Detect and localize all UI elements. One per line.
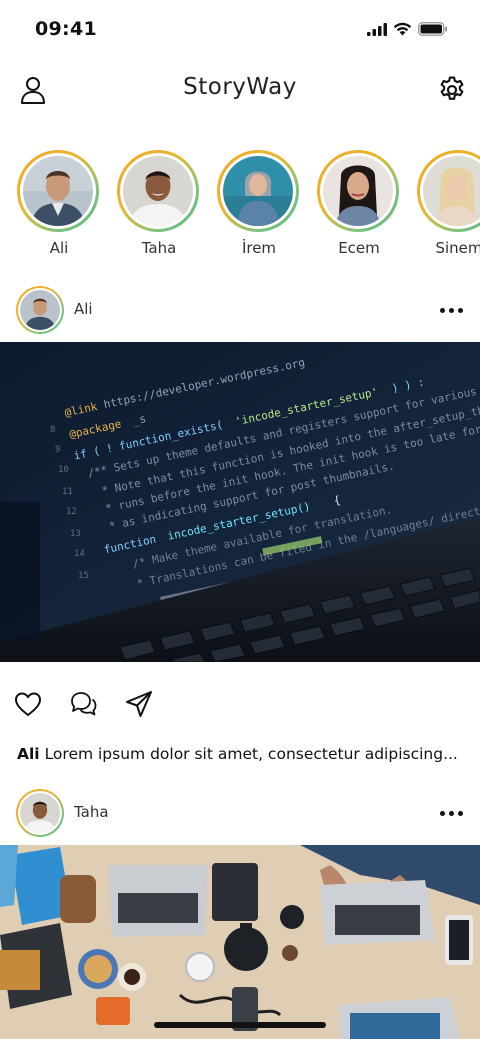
story-name: Ali: [49, 239, 69, 257]
app-title: StoryWay: [183, 74, 297, 100]
more-options-icon[interactable]: [436, 298, 466, 322]
post-actions: [0, 688, 480, 724]
comment-icon[interactable]: [68, 688, 98, 720]
stories-row: Ali Taha İrem Ecem Sinem: [0, 150, 480, 265]
story-item[interactable]: Sinem: [417, 150, 480, 257]
svg-text:10: 10: [58, 465, 69, 475]
post-avatar[interactable]: [16, 286, 64, 334]
svg-text:15: 15: [78, 571, 89, 581]
svg-text:8: 8: [50, 425, 55, 435]
story-avatar: [223, 156, 293, 226]
status-icons: [367, 21, 448, 40]
svg-text:11: 11: [62, 487, 73, 497]
story-item[interactable]: İrem: [217, 150, 301, 257]
story-item[interactable]: Ali: [17, 150, 101, 257]
svg-text:14: 14: [74, 549, 85, 559]
post-image[interactable]: @link https://developer.wordpress.org @pa…: [0, 342, 480, 662]
story-name: Taha: [141, 239, 177, 257]
svg-text:_s: _s: [132, 412, 148, 427]
heart-icon[interactable]: [13, 688, 43, 720]
post-avatar[interactable]: [16, 789, 64, 837]
story-item[interactable]: Ecem: [317, 150, 401, 257]
post-username[interactable]: Taha: [74, 803, 109, 821]
story-name: Ecem: [338, 239, 380, 257]
svg-text:12: 12: [66, 507, 77, 517]
post-username[interactable]: Ali: [74, 300, 93, 318]
wifi-icon: [393, 21, 412, 40]
more-options-icon[interactable]: [436, 801, 466, 825]
story-avatar: [23, 156, 93, 226]
battery-icon: [418, 21, 448, 40]
send-icon[interactable]: [124, 688, 154, 720]
story-name: İrem: [241, 239, 277, 257]
app-header: StoryWay: [0, 62, 480, 118]
home-indicator[interactable]: [154, 1022, 326, 1028]
post-header: Ali: [0, 286, 480, 338]
gear-icon[interactable]: [436, 74, 468, 106]
svg-text:9: 9: [55, 445, 60, 455]
svg-text:13: 13: [70, 529, 81, 539]
story-item[interactable]: Taha: [117, 150, 201, 257]
caption-text: Lorem ipsum dolor sit amet, consectetur …: [44, 745, 458, 763]
story-avatar: [423, 156, 480, 226]
signal-icon: [367, 21, 387, 40]
status-time: 09:41: [35, 18, 97, 40]
post-image[interactable]: [0, 845, 480, 1039]
post-caption: Ali Lorem ipsum dolor sit amet, consecte…: [17, 745, 458, 763]
caption-username[interactable]: Ali: [17, 745, 40, 763]
story-avatar: [123, 156, 193, 226]
story-avatar: [323, 156, 393, 226]
post-header: Taha: [0, 789, 480, 841]
story-name: Sinem: [435, 239, 480, 257]
status-bar: 09:41: [0, 0, 480, 58]
